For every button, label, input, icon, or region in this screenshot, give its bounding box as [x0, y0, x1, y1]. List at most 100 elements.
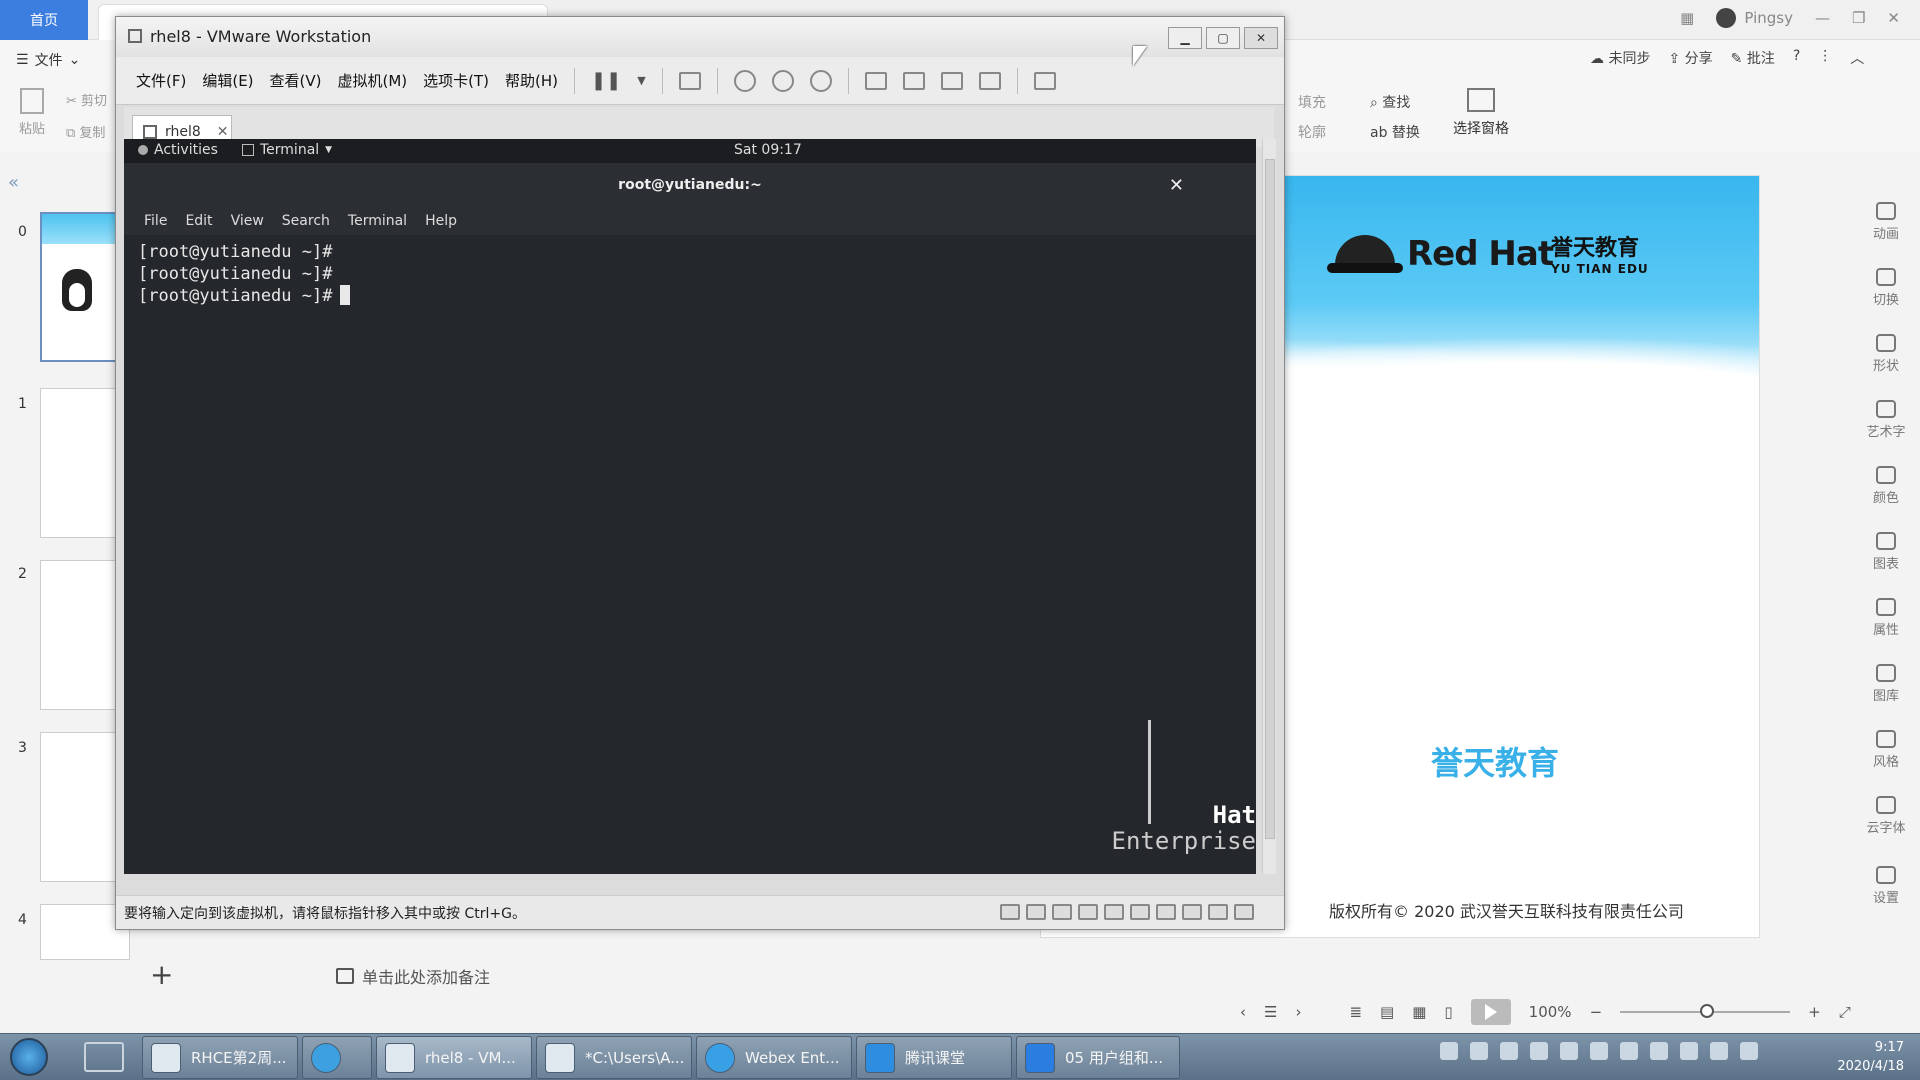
hard-disk-icon[interactable]: [1000, 904, 1020, 920]
list-icon[interactable]: ☰: [1264, 1003, 1277, 1021]
taskbar-item[interactable]: [302, 1036, 372, 1079]
chevron-down-icon[interactable]: ▼: [637, 74, 645, 87]
close-icon[interactable]: ✕: [1887, 9, 1900, 27]
play-slideshow-button[interactable]: [1470, 999, 1511, 1025]
minimize-button[interactable]: ▁: [1168, 27, 1202, 49]
network-icon[interactable]: [1740, 1042, 1758, 1060]
copy-button[interactable]: ⧉ 复制: [66, 122, 105, 141]
restore-icon[interactable]: ❐: [1852, 9, 1865, 27]
unity-icon[interactable]: [978, 71, 1001, 90]
library-icon[interactable]: [864, 71, 887, 90]
shield-icon[interactable]: [1530, 1042, 1548, 1060]
flag-icon[interactable]: [1650, 1042, 1668, 1060]
close-tab-icon[interactable]: ✕: [217, 124, 229, 140]
zoom-slider[interactable]: [1620, 1004, 1791, 1018]
side-gallery[interactable]: 图库: [1852, 664, 1920, 704]
menu-tabs[interactable]: 选项卡(T): [423, 70, 489, 91]
hard-disk-icon[interactable]: [1078, 904, 1098, 920]
annotate-button[interactable]: ✎ 批注: [1731, 48, 1775, 68]
find-button[interactable]: ⌕ 查找: [1370, 92, 1410, 112]
notes-area[interactable]: 单击此处添加备注: [336, 964, 490, 988]
side-settings[interactable]: 设置: [1852, 866, 1920, 906]
terminal-menu-help[interactable]: Help: [425, 213, 457, 229]
menu-vm[interactable]: 虚拟机(M): [338, 70, 408, 91]
side-properties[interactable]: 属性: [1852, 598, 1920, 638]
revert-snapshot-icon[interactable]: [771, 69, 794, 92]
taskbar-item-active[interactable]: rhel8 - VM...: [376, 1036, 532, 1079]
menu-file[interactable]: 文件(F): [136, 70, 186, 91]
reading-view-icon[interactable]: ▯: [1444, 1003, 1452, 1021]
eject-icon[interactable]: [1680, 1042, 1698, 1060]
start-button[interactable]: [10, 1038, 48, 1076]
close-button[interactable]: ✕: [1244, 27, 1278, 49]
hard-disk-icon[interactable]: [1026, 904, 1046, 920]
grid-view-icon[interactable]: ▦: [1412, 1003, 1426, 1021]
snapshot-manager-icon[interactable]: [809, 69, 832, 92]
zoom-slider-knob[interactable]: [1700, 1004, 1715, 1018]
snapshot-icon[interactable]: [733, 69, 756, 92]
menu-help[interactable]: 帮助(H): [505, 70, 558, 91]
app-menu[interactable]: Terminal ▼: [242, 142, 332, 158]
side-wordart[interactable]: 艺术字: [1852, 400, 1920, 440]
collapse-panel-icon[interactable]: «: [8, 172, 19, 193]
scrollbar-thumb[interactable]: [1265, 159, 1275, 839]
menu-edit[interactable]: 编辑(E): [202, 70, 253, 91]
terminal-menu-search[interactable]: Search: [282, 213, 330, 229]
vmware-window[interactable]: rhel8 - VMware Workstation ▁ ▢ ✕ 文件(F) 编…: [115, 16, 1285, 930]
terminal-menu-file[interactable]: File: [144, 213, 167, 229]
fill-button[interactable]: 填充: [1298, 92, 1326, 112]
chat-icon[interactable]: [1560, 1042, 1578, 1060]
thumbnail-bar-icon[interactable]: [902, 71, 925, 90]
grid-icon[interactable]: ▦: [1680, 9, 1694, 27]
ime-icon[interactable]: [1440, 1042, 1458, 1060]
minimize-icon[interactable]: —: [1815, 9, 1830, 27]
more-icon[interactable]: ⋮: [1818, 48, 1832, 68]
tray-app-icon[interactable]: [1470, 1042, 1488, 1060]
file-menu[interactable]: ☰ 文件 ⌄: [16, 50, 80, 70]
network-adapter-icon[interactable]: [1130, 904, 1150, 920]
terminal-menu-edit[interactable]: Edit: [185, 213, 212, 229]
network-share-icon[interactable]: [1620, 1042, 1638, 1060]
hard-disk-icon[interactable]: [1052, 904, 1072, 920]
prev-slide-icon[interactable]: ‹: [1240, 1003, 1246, 1021]
terminal-output[interactable]: [root@yutianedu ~]# [root@yutianedu ~]# …: [124, 235, 1256, 874]
help-icon[interactable]: ?: [1793, 48, 1800, 68]
outline-button[interactable]: 轮廓: [1298, 122, 1326, 142]
side-color[interactable]: 颜色: [1852, 466, 1920, 506]
quick-launch-icon[interactable]: [84, 1042, 124, 1072]
side-shape[interactable]: 形状: [1852, 334, 1920, 374]
side-transition[interactable]: 切换: [1852, 268, 1920, 308]
paste-button[interactable]: 粘贴: [12, 88, 52, 144]
fullscreen-icon[interactable]: [940, 71, 963, 90]
menu-view[interactable]: 查看(V): [270, 70, 322, 91]
vm-console[interactable]: Activities Terminal ▼ Sat 09:17 root@yut…: [124, 139, 1256, 874]
sync-button[interactable]: ☁ 未同步: [1590, 48, 1650, 68]
vmware-titlebar[interactable]: rhel8 - VMware Workstation ▁ ▢ ✕: [116, 17, 1284, 57]
terminal-titlebar[interactable]: root@yutianedu:~ ✕: [124, 163, 1256, 207]
taskbar-item[interactable]: 05 用户组和...: [1016, 1036, 1180, 1079]
slide-copyright[interactable]: 版权所有© 2020 武汉誉天互联科技有限责任公司: [1329, 898, 1684, 922]
shield-icon[interactable]: [1500, 1042, 1518, 1060]
gnome-clock[interactable]: Sat 09:17: [734, 142, 802, 158]
terminal-menu-view[interactable]: View: [231, 213, 264, 229]
maximize-button[interactable]: ▢: [1206, 27, 1240, 49]
message-log-icon[interactable]: [1234, 904, 1254, 920]
zoom-out-icon[interactable]: −: [1590, 1003, 1603, 1021]
next-slide-icon[interactable]: ›: [1295, 1003, 1301, 1021]
collapse-ribbon-icon[interactable]: ︿: [1850, 48, 1864, 68]
user-account[interactable]: Pingsy: [1716, 8, 1793, 28]
replace-button[interactable]: ab 替换: [1370, 122, 1420, 142]
cd-drive-icon[interactable]: [1104, 904, 1124, 920]
side-style[interactable]: 风格: [1852, 730, 1920, 770]
volume-icon[interactable]: [1710, 1042, 1728, 1060]
select-pane-button[interactable]: 选择窗格: [1446, 88, 1516, 138]
normal-view-icon[interactable]: ▤: [1380, 1003, 1394, 1021]
close-icon[interactable]: ✕: [1169, 175, 1184, 196]
taskbar-item[interactable]: *C:\Users\A...: [536, 1036, 692, 1079]
side-chart[interactable]: 图表: [1852, 532, 1920, 572]
side-cloud-font[interactable]: 云字体: [1852, 796, 1920, 836]
tools-icon[interactable]: [1590, 1042, 1608, 1060]
printer-icon[interactable]: [1156, 904, 1176, 920]
console-view-icon[interactable]: [1033, 71, 1056, 90]
vertical-scrollbar[interactable]: [1262, 139, 1276, 874]
